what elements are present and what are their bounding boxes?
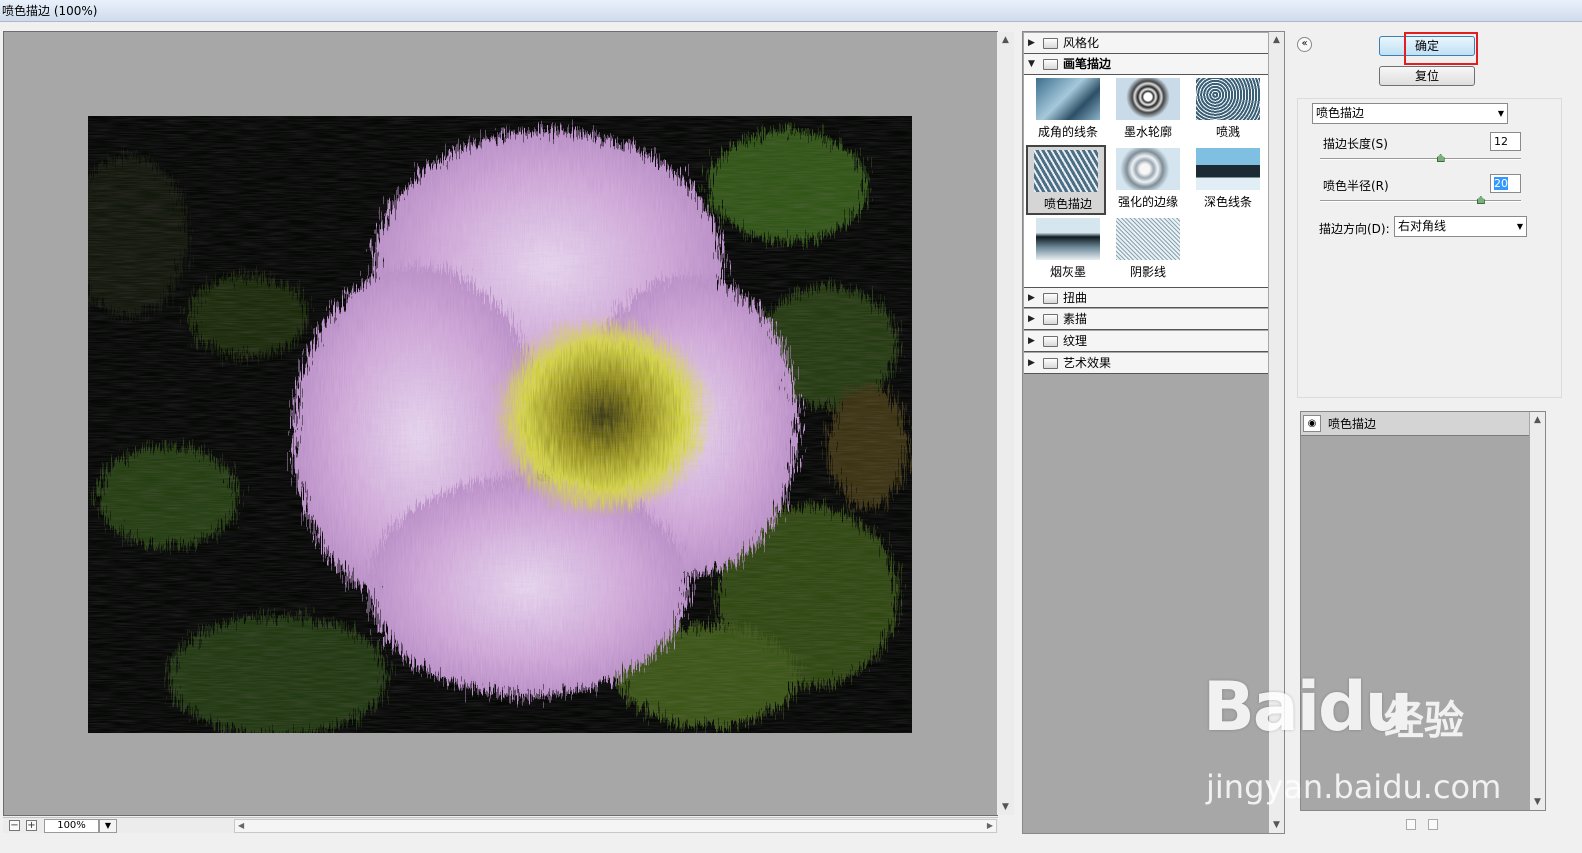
scroll-up-icon[interactable]: ▲ (1269, 32, 1284, 48)
baidu-watermark: Baidu 经验 jingyan.baidu.com (1198, 668, 1502, 818)
scroll-left-icon[interactable]: ◀ (238, 820, 244, 832)
triangle-down-icon: ▼ (1028, 59, 1035, 69)
spray-radius-label: 喷色半径(R) (1323, 179, 1389, 193)
dropdown-arrow-icon: ▼ (1516, 222, 1523, 231)
preview-image (88, 116, 912, 733)
thumbnail-image (1196, 78, 1260, 120)
spray-radius-slider-knob[interactable] (1476, 196, 1485, 204)
reset-button[interactable]: 复位 (1379, 66, 1475, 86)
filter-select[interactable]: 喷色描边 ▼ (1312, 103, 1508, 124)
watermark-url: jingyan.baidu.com (1206, 768, 1502, 806)
triangle-right-icon: ▶ (1028, 358, 1035, 368)
thumb-sumi-e[interactable]: 烟灰墨 (1028, 215, 1108, 285)
category-artistic[interactable]: ▶ 艺术效果 (1024, 353, 1268, 374)
folder-icon (1043, 358, 1058, 369)
spray-radius-input[interactable]: 20 (1490, 174, 1521, 193)
zoom-in-button[interactable]: + (26, 820, 37, 831)
stroke-length-label: 描边长度(S) (1323, 137, 1388, 151)
triangle-right-icon: ▶ (1028, 336, 1035, 346)
scroll-down-icon[interactable]: ▼ (1269, 817, 1284, 833)
thumb-ink-outlines[interactable]: 墨水轮廓 (1108, 75, 1188, 145)
folder-icon (1043, 38, 1058, 49)
scroll-up-icon[interactable]: ▲ (997, 32, 1014, 48)
folder-open-icon (1043, 59, 1058, 70)
dropdown-arrow-icon: ▼ (1497, 109, 1504, 118)
highlight-annotation (1404, 32, 1478, 65)
collapse-gallery-icon[interactable]: « (1297, 37, 1312, 52)
thumbnail-image (1116, 218, 1180, 260)
preview-horizontal-scrollbar[interactable]: ◀ ▶ (234, 819, 997, 833)
zoom-dropdown-button[interactable]: ▼ (99, 819, 117, 833)
preview-status-bar: − + 100% ▼ ◀ ▶ (3, 817, 998, 833)
thumbnail-image (1116, 148, 1180, 190)
folder-icon (1043, 293, 1058, 304)
triangle-down-icon: ▼ (104, 821, 112, 830)
stroke-direction-select[interactable]: 右对角线 ▼ (1394, 216, 1527, 237)
thumbnail-image (1034, 150, 1098, 192)
zoom-out-button[interactable]: − (9, 820, 20, 831)
effect-layer-row[interactable]: ◉ 喷色描边 (1301, 412, 1529, 436)
folder-icon (1043, 336, 1058, 347)
triangle-right-icon: ▶ (1028, 38, 1035, 48)
category-texture[interactable]: ▶ 纹理 (1024, 331, 1268, 352)
eye-icon[interactable]: ◉ (1303, 415, 1321, 432)
stroke-length-slider-knob[interactable] (1436, 154, 1445, 162)
thumb-dark-strokes[interactable]: 深色线条 (1188, 145, 1268, 215)
thumbnail-image (1196, 148, 1260, 190)
thumb-angled-strokes[interactable]: 成角的线条 (1028, 75, 1108, 145)
category-stylize[interactable]: ▶ 风格化 (1024, 33, 1268, 54)
preview-vertical-scrollbar[interactable]: ▲ ▼ (997, 32, 1014, 815)
thumb-accented-edges[interactable]: 强化的边缘 (1108, 145, 1188, 215)
category-sketch[interactable]: ▶ 素描 (1024, 309, 1268, 330)
trash-icon[interactable] (1428, 819, 1438, 830)
thumb-spatter[interactable]: 喷溅 (1188, 75, 1268, 145)
scroll-down-icon[interactable]: ▼ (997, 799, 1014, 815)
thumbnail-image (1116, 78, 1180, 120)
watermark-brand: Baidu (1203, 668, 1413, 747)
stroke-length-input[interactable]: 12 (1490, 132, 1521, 151)
scroll-down-icon[interactable]: ▼ (1530, 794, 1545, 810)
watermark-suffix: 经验 (1384, 698, 1464, 744)
layers-scrollbar[interactable]: ▲ ▼ (1530, 412, 1545, 810)
stroke-length-slider[interactable] (1320, 158, 1521, 160)
thumb-crosshatch[interactable]: 阴影线 (1108, 215, 1188, 285)
thumbnail-image (1036, 78, 1100, 120)
window-title: 喷色描边 (100%) (0, 0, 1582, 22)
thumbnail-image (1036, 218, 1100, 260)
spray-radius-slider[interactable] (1320, 200, 1521, 202)
thumbnail-grid: 成角的线条 墨水轮廓 喷溅 喷色描边 强化的边缘 深色线条 烟灰墨 阴影线 (1024, 75, 1268, 287)
scroll-right-icon[interactable]: ▶ (987, 820, 993, 832)
zoom-level-field[interactable]: 100% (44, 819, 99, 833)
folder-icon (1043, 314, 1058, 325)
stroke-direction-label: 描边方向(D): (1319, 222, 1390, 236)
filter-settings-box: 喷色描边 ▼ 描边长度(S) 12 喷色半径(R) 20 描边方向(D): 右对… (1297, 98, 1562, 398)
scroll-up-icon[interactable]: ▲ (1530, 412, 1545, 428)
triangle-right-icon: ▶ (1028, 293, 1035, 303)
new-effect-layer-icon[interactable] (1406, 819, 1416, 830)
preview-canvas[interactable]: ▲ ▼ (3, 31, 1014, 816)
filter-gallery-window: 喷色描边 (100%) ▲ ▼ − + 100% ▼ ◀ ▶ ▶ 风格化 ▼ 画… (0, 0, 1582, 853)
category-brush-strokes[interactable]: ▼ 画笔描边 (1024, 54, 1268, 75)
thumb-sprayed-strokes[interactable]: 喷色描边 (1026, 145, 1106, 215)
category-distort[interactable]: ▶ 扭曲 (1024, 287, 1268, 308)
triangle-right-icon: ▶ (1028, 314, 1035, 324)
